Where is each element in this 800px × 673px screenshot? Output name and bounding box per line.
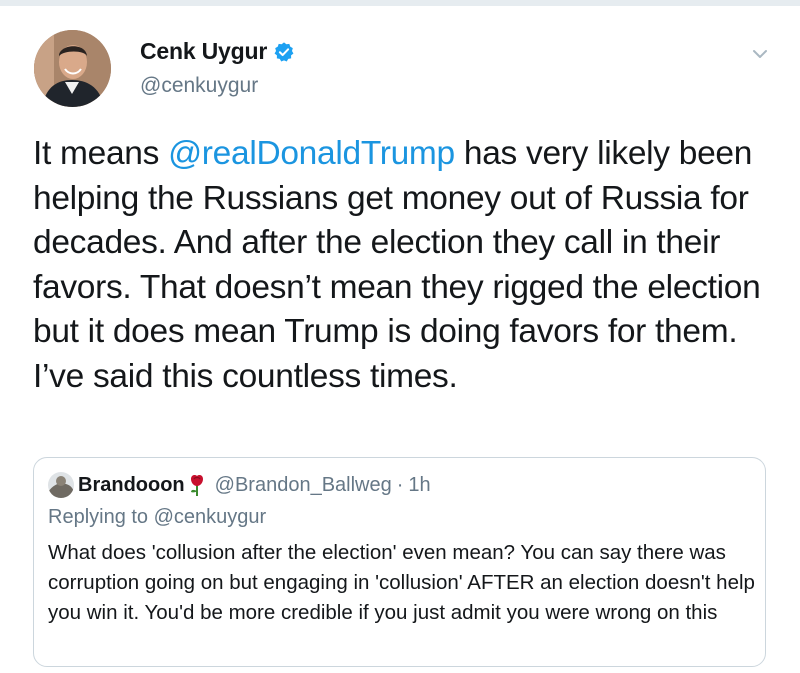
- tweet-text: It means @realDonaldTrump has very likel…: [33, 132, 778, 399]
- quoted-tweet-text: What does 'collusion after the election'…: [48, 541, 755, 624]
- quoted-tweet-header: Brandooon @Brandon_Ballweg · 1h: [48, 472, 431, 498]
- tweet-text-rest: has very likely been helping the Russian…: [33, 135, 761, 395]
- quoted-author-avatar[interactable]: [48, 472, 74, 498]
- quoted-author-handle[interactable]: @Brandon_Ballweg: [215, 474, 392, 497]
- author-display-name[interactable]: Cenk Uygur: [140, 38, 267, 65]
- replying-to-label: Replying to @cenkuygur: [48, 506, 267, 528]
- rose-icon: [190, 475, 203, 496]
- avatar-photo-icon: [34, 30, 111, 107]
- meta-separator: ·: [396, 473, 404, 496]
- author-name-row: Cenk Uygur: [140, 38, 295, 65]
- tweet-text-start: It means: [33, 135, 169, 172]
- quoted-tweet-time[interactable]: 1h: [408, 474, 430, 497]
- quoted-avatar-photo-icon: [48, 472, 74, 498]
- author-avatar[interactable]: [34, 30, 111, 107]
- mention-link[interactable]: @realDonaldTrump: [168, 135, 455, 172]
- top-divider: [0, 0, 800, 6]
- quoted-tweet[interactable]: Brandooon @Brandon_Ballweg · 1h Replying…: [33, 457, 766, 667]
- quoted-author-name[interactable]: Brandooon: [78, 474, 185, 497]
- author-handle[interactable]: @cenkuygur: [140, 74, 258, 98]
- chevron-down-icon[interactable]: [750, 44, 770, 64]
- verified-badge-icon: [274, 41, 294, 61]
